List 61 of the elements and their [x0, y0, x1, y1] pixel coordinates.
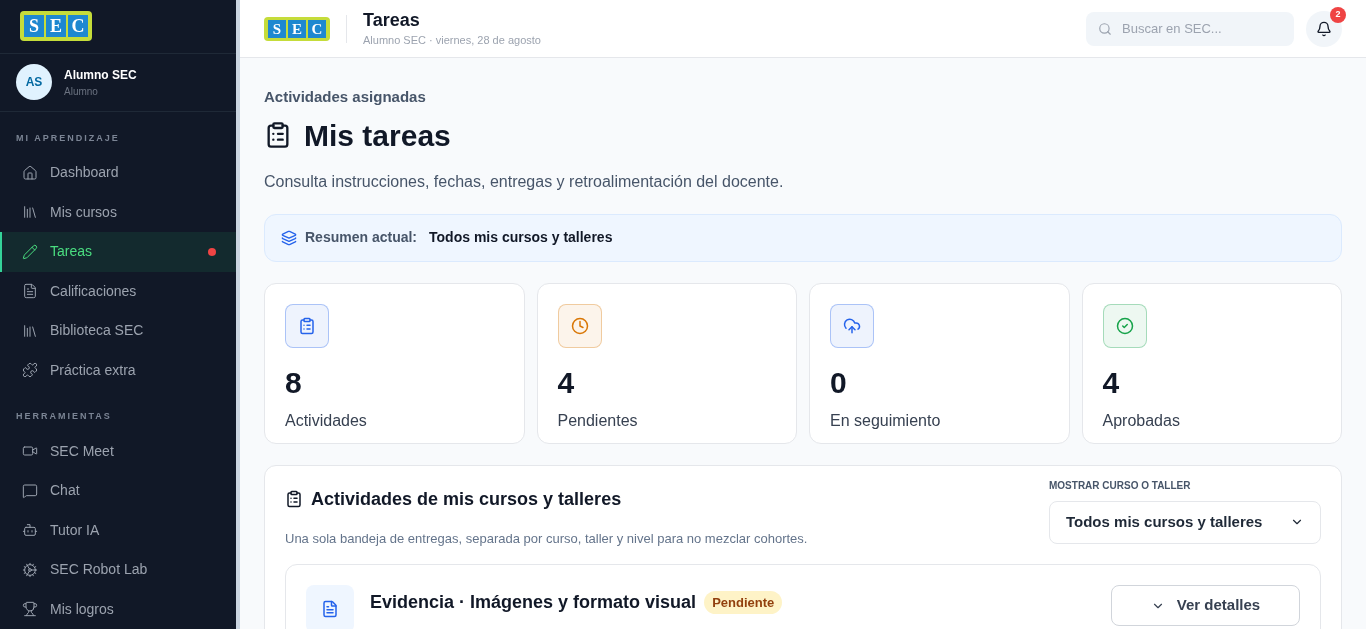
avatar: AS: [16, 64, 52, 101]
section-heading: MI APRENDIZAJE: [15, 131, 121, 145]
user-name: Alumno SEC: [64, 66, 137, 84]
search-icon: [1098, 21, 1112, 36]
cloud-upload-icon: [843, 316, 861, 335]
summary-value: Todos mis cursos y talleres: [429, 228, 613, 247]
stat-value: 8: [285, 364, 303, 401]
stat-label: En seguimiento: [830, 410, 942, 431]
puzzle-icon: [22, 362, 38, 379]
sidebar-item[interactable]: SEC Robot Lab: [0, 550, 236, 590]
summary-label: Resumen actual:: [305, 228, 418, 247]
logo: S E C: [264, 16, 330, 41]
stat-label: Pendientes: [557, 410, 639, 431]
stat-value: 0: [830, 364, 848, 401]
page-title: Mis tareas: [304, 117, 451, 154]
page-header-subtitle: Alumno SEC · viernes, 28 de agosto: [363, 33, 541, 49]
page-header-title: Tareas: [363, 9, 421, 33]
bell-icon: [1316, 20, 1332, 37]
section-heading: HERRAMIENTAS: [15, 410, 113, 423]
books-icon: [22, 322, 38, 339]
trophy-icon: [22, 601, 38, 618]
document-icon: [22, 283, 38, 300]
check-circle-icon: [1115, 316, 1134, 335]
stat-value: 4: [1102, 364, 1121, 401]
sidebar-item[interactable]: Calificaciones: [0, 271, 236, 311]
panel-title: Actividades de mis cursos y talleres: [311, 487, 622, 511]
stat-label: Aprobadas: [1102, 410, 1181, 431]
clock-icon: [570, 316, 589, 335]
gear-icon: [22, 561, 38, 578]
stat-value: 4: [557, 364, 576, 401]
robot-icon: [22, 522, 38, 539]
page-description: Consulta instrucciones, fechas, entregas y retroalimentación del docente.: [264, 171, 785, 192]
details-button[interactable]: Ver detalles: [1111, 585, 1300, 626]
sidebar-item[interactable]: SEC Meet: [0, 431, 236, 471]
document-icon: [321, 600, 339, 618]
sidebar-item[interactable]: Chat: [0, 471, 236, 511]
sidebar-item[interactable]: Dashboard: [0, 153, 236, 193]
notification-count: 2: [1330, 6, 1346, 23]
filter-label: MOSTRAR CURSO O TALLER: [1049, 478, 1192, 493]
search-field[interactable]: Buscar en SEC...: [1086, 11, 1294, 46]
sidebar-item[interactable]: Práctica extra: [0, 350, 236, 390]
status-badge: Pendiente: [704, 590, 783, 615]
stat-label: Actividades: [285, 410, 368, 431]
course-select[interactable]: Todos mis cursos y talleres: [1049, 500, 1321, 544]
activity-title: Evidencia · Imágenes y formato visual: [370, 591, 697, 614]
eyebrow-text: Actividades asignadas: [264, 87, 427, 107]
user-role: Alumno: [64, 84, 99, 99]
pencil-icon: [22, 243, 38, 260]
layers-icon: [281, 229, 297, 246]
sidebar-item[interactable]: Mis logros: [0, 589, 236, 629]
sidebar-item[interactable]: Biblioteca SEC: [0, 311, 236, 351]
house-icon: [22, 164, 38, 181]
chat-bubble-icon: [22, 482, 38, 499]
sidebar-item[interactable]: Tareas: [0, 232, 236, 272]
logo: S E C: [20, 11, 92, 42]
panel-description: Una sola bandeja de entregas, separada por curso, taller y nivel para no mezclar cohortes.: [285, 529, 808, 548]
books-icon: [22, 204, 38, 221]
clipboard-icon: [285, 490, 303, 508]
clipboard-icon: [298, 316, 316, 335]
sidebar-item[interactable]: Tutor IA: [0, 510, 236, 550]
sidebar-item[interactable]: Mis cursos: [0, 192, 236, 232]
